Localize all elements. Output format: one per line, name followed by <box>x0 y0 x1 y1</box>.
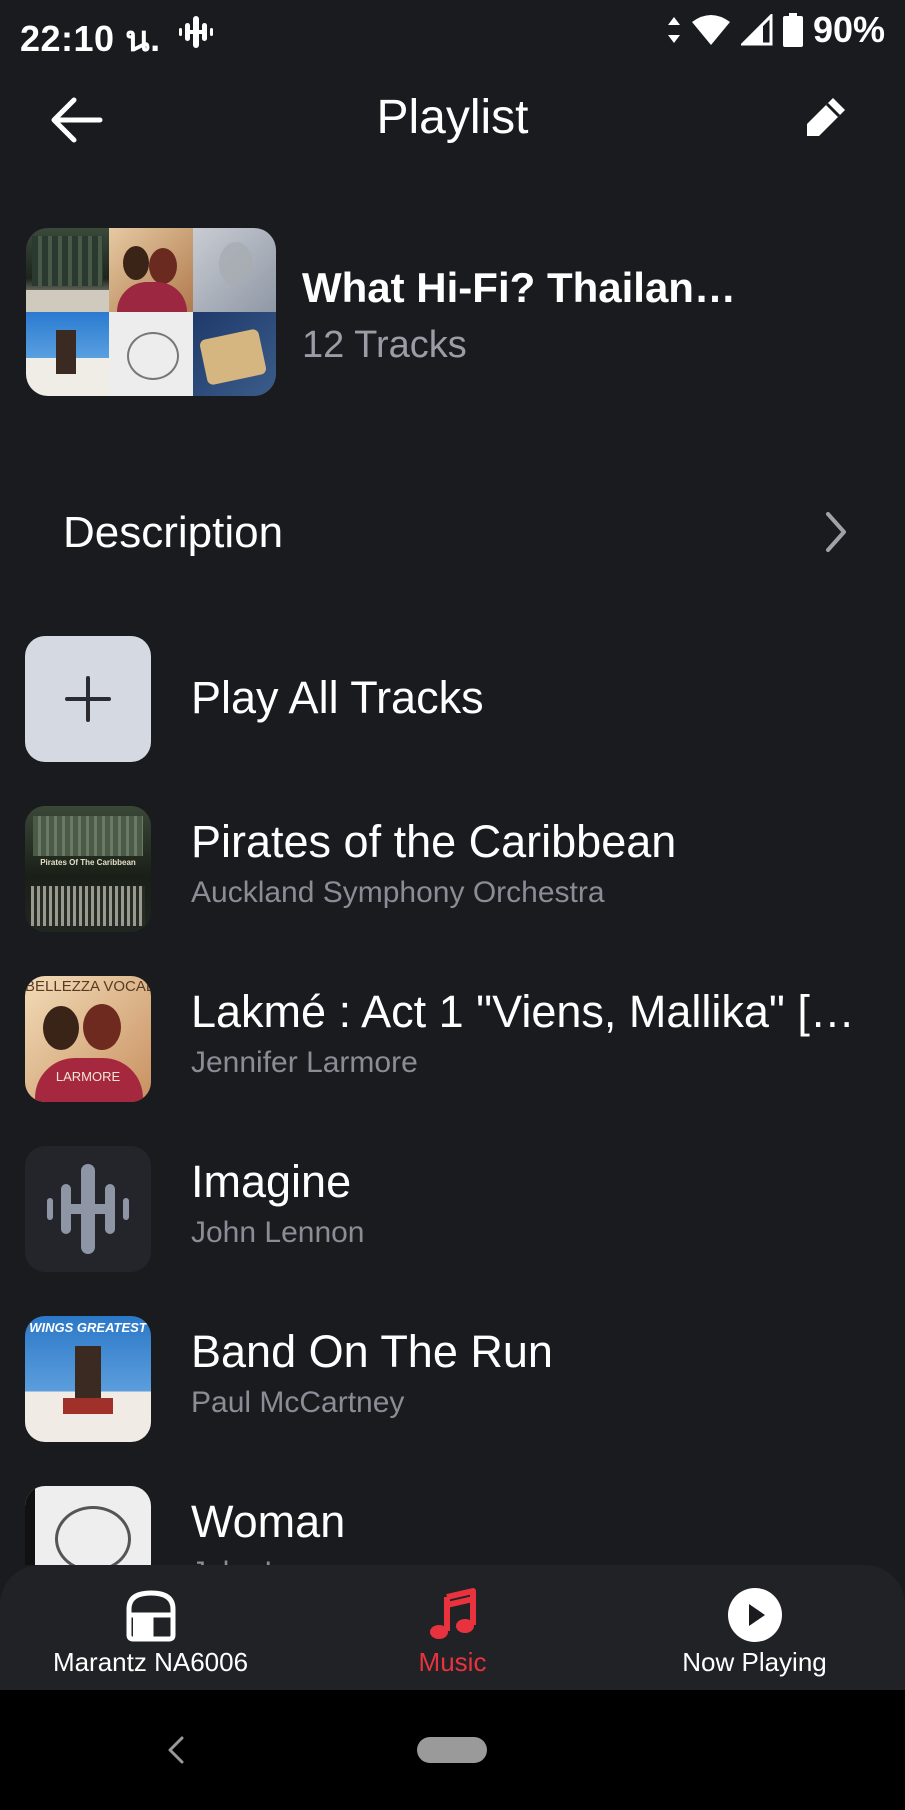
data-arrows-icon <box>667 17 680 43</box>
description-row[interactable]: Description <box>0 480 905 580</box>
nav-music-label: Music <box>418 1647 487 1677</box>
track-artist: John Lennon <box>191 1216 365 1249</box>
cover-bellezza <box>109 228 193 312</box>
nav-now-playing[interactable]: Now Playing <box>604 1565 905 1690</box>
playlist-cover-collage <box>26 228 276 396</box>
track-title: Imagine <box>191 1156 352 1207</box>
track-artist: John Lennon <box>191 1556 365 1565</box>
play-all-row[interactable]: Play All Tracks <box>0 636 905 762</box>
track-title: Band On The Run <box>191 1326 553 1377</box>
track-title: Lakmé : Act 1 "Viens, Mallika" [La… <box>191 986 871 1037</box>
art-caption: LARMORE <box>55 1069 121 1084</box>
edit-button[interactable] <box>799 92 851 144</box>
track-art <box>25 1486 151 1565</box>
music-note-icon <box>429 1588 476 1639</box>
speaker-device-icon <box>126 1590 175 1642</box>
system-home-pill[interactable] <box>417 1737 487 1763</box>
track-title: Pirates of the Caribbean <box>191 816 677 867</box>
track-art: WINGS GREATEST <box>25 1316 151 1442</box>
battery-icon <box>782 13 803 47</box>
track-row[interactable]: WINGS GREATEST Band On The Run Paul McCa… <box>0 1316 905 1442</box>
cover-wings <box>26 312 110 396</box>
track-count: 12 Tracks <box>302 324 467 366</box>
cover-imagine <box>192 228 276 312</box>
nav-device-label: Marantz NA6006 <box>52 1647 249 1677</box>
top-app-bar: Playlist <box>0 70 905 170</box>
track-row[interactable]: Woman John Lennon <box>0 1486 905 1565</box>
track-art: Pirates Of The Caribbean <box>25 806 151 932</box>
track-row[interactable]: Imagine John Lennon <box>0 1146 905 1272</box>
play-circle-icon <box>727 1588 782 1642</box>
track-art-placeholder <box>25 1146 151 1272</box>
system-back-icon[interactable] <box>160 1730 190 1770</box>
track-artist: Paul McCartney <box>191 1386 405 1419</box>
nav-device[interactable]: Marantz NA6006 <box>0 1565 301 1690</box>
status-icons: 90% <box>667 9 885 50</box>
battery-percent: 90% <box>812 9 885 50</box>
signal-icon <box>740 14 773 46</box>
playlist-name: What Hi-Fi? Thailan… <box>302 264 736 311</box>
chevron-right-icon <box>826 512 846 552</box>
track-art: BELLEZZA VOCALE LARMORE <box>25 976 151 1102</box>
nav-music[interactable]: Music <box>302 1565 603 1690</box>
description-label: Description <box>63 508 284 557</box>
cover-pirates <box>26 228 110 312</box>
nav-now-playing-label: Now Playing <box>682 1647 827 1677</box>
track-row[interactable]: BELLEZZA VOCALE LARMORE Lakmé : Act 1 "V… <box>0 976 905 1102</box>
status-bar: 22:10 น. 90% <box>0 0 905 62</box>
art-caption: Pirates Of The Caribbean <box>40 858 136 867</box>
art-caption: BELLEZZA VOCALE <box>25 978 151 995</box>
art-caption: WINGS GREATEST <box>29 1320 147 1335</box>
play-all-tile <box>25 636 151 762</box>
status-time: 22:10 น. <box>20 18 161 59</box>
cover-woman <box>109 312 193 396</box>
cover-best-of <box>192 312 276 396</box>
track-artist: Auckland Symphony Orchestra <box>191 876 605 909</box>
wifi-icon <box>691 15 730 45</box>
pencil-icon <box>807 98 845 136</box>
page-title: Playlist <box>376 91 529 144</box>
podcast-icon <box>178 14 214 55</box>
play-all-label: Play All Tracks <box>191 672 484 723</box>
track-artist: Jennifer Larmore <box>191 1046 418 1079</box>
plus-icon <box>65 676 111 722</box>
podcast-icon <box>47 1164 129 1254</box>
bottom-navigation: Marantz NA6006 Music Now Playing <box>0 1565 905 1690</box>
track-row[interactable]: Pirates Of The Caribbean Pirates of the … <box>0 806 905 932</box>
track-title: Woman <box>191 1496 346 1547</box>
playlist-header: What Hi-Fi? Thailan… 12 Tracks <box>26 228 886 396</box>
